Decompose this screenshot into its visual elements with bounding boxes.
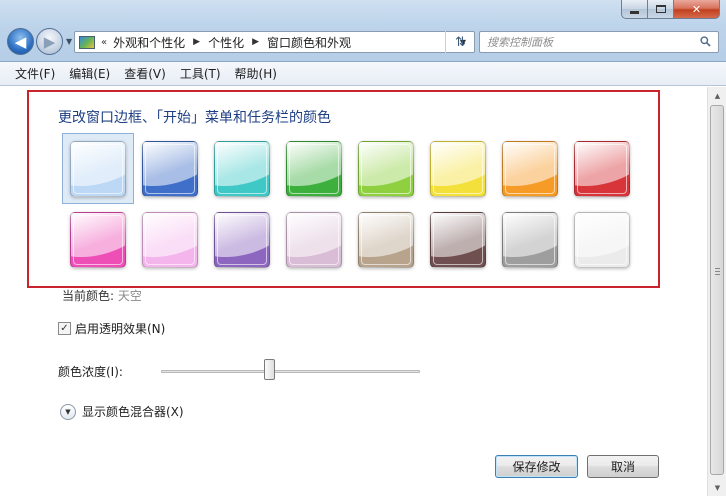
scroll-up-arrow-icon[interactable]: ▲ bbox=[708, 87, 726, 104]
color-swatch[interactable] bbox=[286, 211, 342, 268]
scroll-down-arrow-icon[interactable]: ▼ bbox=[708, 479, 726, 496]
color-mixer-toggle[interactable]: ▼ 显示颜色混合器(X) bbox=[60, 403, 184, 420]
menu-view[interactable]: 查看(V) bbox=[117, 65, 173, 82]
color-swatch[interactable] bbox=[358, 140, 414, 197]
menu-file[interactable]: 文件(F) bbox=[8, 65, 62, 82]
current-color: 当前颜色: 天空 bbox=[62, 287, 142, 304]
color-swatch-cell[interactable] bbox=[494, 133, 566, 204]
refresh-icon: ⇅ bbox=[455, 34, 466, 50]
color-swatch[interactable] bbox=[358, 211, 414, 268]
menu-tools[interactable]: 工具(T) bbox=[173, 65, 228, 82]
menu-help[interactable]: 帮助(H) bbox=[228, 65, 284, 82]
menu-edit[interactable]: 编辑(E) bbox=[62, 65, 117, 82]
breadcrumb-window-color[interactable]: 窗口颜色和外观 bbox=[267, 34, 351, 51]
refresh-button[interactable]: ⇅ bbox=[445, 31, 475, 53]
forward-button[interactable]: ▶ bbox=[36, 28, 63, 55]
color-swatch[interactable] bbox=[574, 140, 630, 197]
maximize-icon bbox=[655, 5, 666, 13]
scrollbar-grip-icon bbox=[715, 268, 720, 275]
color-swatch[interactable] bbox=[430, 140, 486, 197]
color-swatch-cell[interactable] bbox=[62, 133, 134, 204]
color-swatch-cell[interactable] bbox=[278, 204, 350, 275]
breadcrumb-separator-icon[interactable]: ▶ bbox=[193, 37, 200, 47]
color-mixer-label[interactable]: 显示颜色混合器(X) bbox=[82, 403, 184, 420]
vertical-scrollbar[interactable]: ▲ ▼ bbox=[707, 87, 726, 496]
color-swatch-cell[interactable] bbox=[278, 133, 350, 204]
color-intensity-slider-track[interactable] bbox=[161, 370, 420, 373]
close-button[interactable]: ✕ bbox=[674, 0, 720, 19]
address-overflow-chevron[interactable]: « bbox=[101, 37, 107, 48]
color-swatch-cell[interactable] bbox=[206, 204, 278, 275]
color-swatch[interactable] bbox=[502, 211, 558, 268]
breadcrumb-appearance[interactable]: 外观和个性化 bbox=[113, 34, 185, 51]
color-swatch-cell[interactable] bbox=[134, 204, 206, 275]
cancel-button[interactable]: 取消 bbox=[587, 455, 659, 478]
breadcrumb-separator-icon[interactable]: ▶ bbox=[252, 37, 259, 47]
checkmark-icon: ✓ bbox=[60, 322, 69, 334]
color-swatch[interactable] bbox=[214, 211, 270, 268]
color-swatch[interactable] bbox=[286, 140, 342, 197]
menu-bar: 文件(F) 编辑(E) 查看(V) 工具(T) 帮助(H) bbox=[0, 62, 726, 86]
search-box bbox=[479, 31, 719, 53]
control-panel-icon bbox=[79, 35, 95, 49]
color-swatch[interactable] bbox=[142, 140, 198, 197]
color-swatch-cell[interactable] bbox=[422, 133, 494, 204]
color-swatch-cell[interactable] bbox=[62, 204, 134, 275]
color-swatch[interactable] bbox=[70, 140, 126, 197]
current-color-label: 当前颜色: bbox=[62, 289, 115, 303]
color-swatch-grid bbox=[62, 133, 638, 275]
color-swatch-cell[interactable] bbox=[134, 133, 206, 204]
expand-chevron-icon[interactable]: ▼ bbox=[60, 403, 76, 420]
color-swatch-cell[interactable] bbox=[350, 133, 422, 204]
color-swatch-cell[interactable] bbox=[350, 204, 422, 275]
color-swatch[interactable] bbox=[142, 211, 198, 268]
caption-buttons: ✕ bbox=[621, 0, 720, 19]
window-chrome: ✕ ◀ ▶ ▼ « 外观和个性化 ▶ 个性化 ▶ 窗口颜色和外观 ▼ ⇅ bbox=[0, 0, 726, 62]
save-changes-button[interactable]: 保存修改 bbox=[495, 455, 578, 478]
color-swatch-cell[interactable] bbox=[566, 204, 638, 275]
transparency-checkbox[interactable]: ✓ bbox=[58, 322, 71, 335]
arrow-right-icon: ▶ bbox=[43, 32, 56, 51]
arrow-left-icon: ◀ bbox=[14, 32, 27, 51]
minimize-icon bbox=[630, 10, 639, 14]
breadcrumb-personalization[interactable]: 个性化 bbox=[208, 34, 244, 51]
color-swatch[interactable] bbox=[214, 140, 270, 197]
color-swatch-cell[interactable] bbox=[494, 204, 566, 275]
transparency-option[interactable]: ✓ 启用透明效果(N) bbox=[58, 320, 165, 337]
color-swatch-cell[interactable] bbox=[422, 204, 494, 275]
color-swatch[interactable] bbox=[430, 211, 486, 268]
color-intensity-label: 颜色浓度(I): bbox=[58, 365, 123, 379]
navigation-buttons: ◀ ▶ ▼ bbox=[7, 28, 72, 55]
close-icon: ✕ bbox=[691, 2, 702, 16]
minimize-button[interactable] bbox=[621, 0, 648, 19]
maximize-button[interactable] bbox=[648, 0, 674, 19]
color-swatch-cell[interactable] bbox=[206, 133, 278, 204]
scrollbar-thumb[interactable] bbox=[710, 105, 724, 475]
color-swatch[interactable] bbox=[502, 140, 558, 197]
color-intensity-slider-thumb[interactable] bbox=[264, 359, 276, 380]
transparency-label[interactable]: 启用透明效果(N) bbox=[75, 320, 165, 337]
color-swatch[interactable] bbox=[70, 211, 126, 268]
section-title: 更改窗口边框、「开始」菜单和任务栏的颜色 bbox=[58, 110, 331, 126]
back-button[interactable]: ◀ bbox=[7, 28, 34, 55]
search-icon[interactable] bbox=[700, 36, 711, 47]
color-swatch[interactable] bbox=[574, 211, 630, 268]
content-pane: 更改窗口边框、「开始」菜单和任务栏的颜色 当前颜色: 天空 ✓ 启用透明效果(N… bbox=[0, 87, 707, 496]
address-bar[interactable]: « 外观和个性化 ▶ 个性化 ▶ 窗口颜色和外观 ▼ bbox=[74, 31, 475, 53]
color-swatch-cell[interactable] bbox=[566, 133, 638, 204]
search-input[interactable] bbox=[487, 35, 692, 49]
current-color-value: 天空 bbox=[117, 289, 142, 303]
recent-pages-dropdown[interactable]: ▼ bbox=[66, 37, 72, 46]
